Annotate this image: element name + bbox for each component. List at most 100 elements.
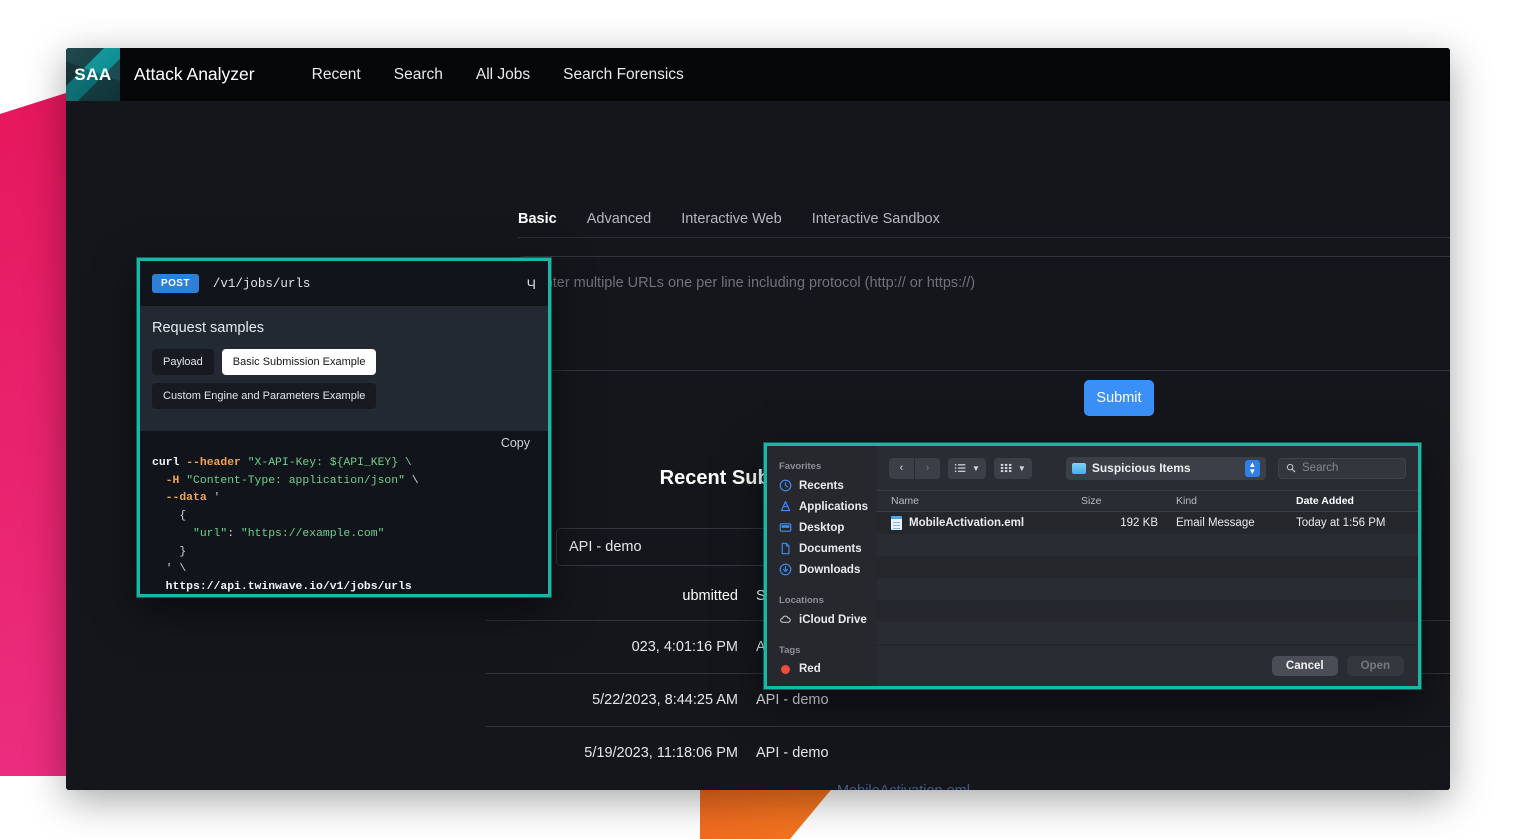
sidebar-group-tags: Tags [779,645,801,656]
sidebar-item-downloads[interactable]: Downloads [767,559,877,580]
submit-button[interactable]: Submit [1084,380,1154,416]
sample-chip-row-2: Custom Engine and Parameters Example [152,383,536,409]
request-samples-title: Request samples [152,320,265,336]
nav-link-search[interactable]: Search [394,66,443,84]
search-icon [1286,463,1296,473]
chevron-down-icon[interactable]: Ч [527,276,536,292]
curl-code: curl --header "X-API-Key: ${API_KEY} \ -… [140,455,548,594]
finder-file-list: MobileActivation.eml 192 KB Email Messag… [877,512,1418,646]
chip-basic-submission-example[interactable]: Basic Submission Example [221,349,377,375]
download-icon [779,563,792,576]
code-token-contenttype-string: "Content-Type: application/json" [186,474,405,487]
list-view-icon[interactable]: ▼ [948,457,986,479]
empty-row [877,600,1418,622]
tab-interactive-sandbox[interactable]: Interactive Sandbox [812,211,940,227]
code-token-url-key: "url" [193,527,228,540]
finder-sidebar: Favorites Recents Applications Desktop D… [767,446,877,686]
cell-submitted: 5/22/2023, 8:44:25 AM [592,692,738,708]
nav-link-all-jobs[interactable]: All Jobs [476,66,530,84]
code-token-h-flag: -H [165,474,187,487]
finder-column-headers: Name Size Kind Date Added [877,490,1418,512]
chevron-down-icon: ▼ [1017,463,1026,473]
url-input-placeholder: Enter multiple URLs one per line includi… [535,275,976,291]
cloud-icon [779,613,792,626]
request-samples-section: Request samples Payload Basic Submission… [140,306,548,431]
cell-submitted: 023, 4:01:16 PM [631,639,738,655]
sidebar-item-tag-red[interactable]: Red [767,659,877,679]
nav-link-recent[interactable]: Recent [312,66,361,84]
column-header-size[interactable]: Size [1081,495,1176,507]
chip-custom-engine-example[interactable]: Custom Engine and Parameters Example [152,383,377,409]
code-sample-block: Copy curl --header "X-API-Key: ${API_KEY… [140,431,548,594]
open-button[interactable]: Open [1346,656,1404,676]
search-placeholder: Search [1302,462,1339,474]
code-token-quote-open: ' [213,492,221,505]
background-filename-label: MobileActivation.eml [837,783,970,790]
code-token-header-flag: --header [186,457,248,469]
nav-links: Recent Search All Jobs Search Forensics [312,48,684,101]
cancel-button[interactable]: Cancel [1271,656,1338,676]
api-endpoint-row[interactable]: POST /v1/jobs/urls Ч [140,261,548,306]
code-token-url-value: "https://example.com" [240,527,385,540]
tab-advanced[interactable]: Advanced [587,211,652,227]
sidebar-label: Downloads [799,563,861,576]
http-method-badge: POST [152,274,199,293]
code-token-colon: : [227,527,241,540]
submission-tabs: Basic Advanced Interactive Web Interacti… [518,211,1450,238]
empty-row [877,556,1418,578]
sidebar-item-applications[interactable]: Applications [767,496,877,517]
search-input[interactable]: Search [1278,457,1406,479]
file-name-cell: MobileActivation.eml [891,516,1081,530]
sidebar-item-icloud-drive[interactable]: iCloud Drive [767,609,877,630]
chip-payload[interactable]: Payload [152,349,214,375]
file-name: MobileActivation.eml [909,517,1025,529]
cell-submitted-by: API - demo [756,692,829,708]
document-icon [779,542,792,555]
top-navigation-bar: SAA Attack Analyzer Recent Search All Jo… [66,48,1450,101]
tab-basic[interactable]: Basic [518,211,557,227]
empty-row [877,578,1418,600]
empty-row [877,534,1418,556]
code-token-quote-close: ' \ [165,563,187,576]
column-header-kind[interactable]: Kind [1176,495,1296,507]
applications-icon [779,500,792,513]
sidebar-label: iCloud Drive [799,613,867,626]
folder-path-select[interactable]: Suspicious Items ▲ ▼ [1065,456,1266,480]
api-endpoint-path: /v1/jobs/urls [212,276,311,291]
cell-submitted: 5/19/2023, 11:18:06 PM [584,745,738,761]
chevron-left-icon[interactable]: ‹ [889,457,914,479]
saa-logo[interactable]: SAA [66,48,120,101]
finder-main-pane: ‹ › ▼ ▼ Suspicious Items ▲ ▼ Search Name… [877,446,1418,686]
sidebar-label: Documents [799,542,862,555]
column-header-name[interactable]: Name [891,495,1081,507]
copy-button[interactable]: Copy [501,436,530,450]
table-row[interactable]: 5/19/2023, 11:18:06 PM API - demo [486,726,1450,779]
file-picker-dialog: Favorites Recents Applications Desktop D… [764,443,1421,689]
finder-toolbar: ‹ › ▼ ▼ Suspicious Items ▲ ▼ Search [877,446,1418,490]
code-token-endpoint-url: https://api.twinwave.io/v1/jobs/urls [165,580,412,593]
clock-icon [779,479,792,492]
tab-interactive-web[interactable]: Interactive Web [681,211,781,227]
email-file-icon [891,516,902,530]
nav-link-search-forensics[interactable]: Search Forensics [563,66,684,84]
file-row[interactable]: MobileActivation.eml 192 KB Email Messag… [877,512,1418,534]
chevron-right-icon[interactable]: › [915,457,940,479]
sidebar-label: Applications [799,500,869,513]
folder-path-label: Suspicious Items [1091,461,1191,475]
url-input-area[interactable]: Enter multiple URLs one per line includi… [518,256,1450,371]
code-token-curl: curl [152,457,187,469]
column-header-date-added[interactable]: Date Added [1296,495,1418,507]
sidebar-item-desktop[interactable]: Desktop [767,517,877,538]
sidebar-group-favorites: Favorites [779,461,822,472]
sidebar-item-recents[interactable]: Recents [767,475,877,496]
grid-view-icon[interactable]: ▼ [993,457,1032,479]
code-token-data-flag: --data [165,492,214,505]
file-date-added: Today at 1:56 PM [1296,517,1386,529]
file-kind: Email Message [1176,517,1255,529]
folder-icon [1071,462,1086,474]
sidebar-item-documents[interactable]: Documents [767,538,877,559]
code-token-brace-open: { [179,510,187,523]
finder-footer: Cancel Open [877,646,1418,686]
code-token-line2-tail: \ [404,474,419,487]
sidebar-label: Desktop [799,521,845,534]
